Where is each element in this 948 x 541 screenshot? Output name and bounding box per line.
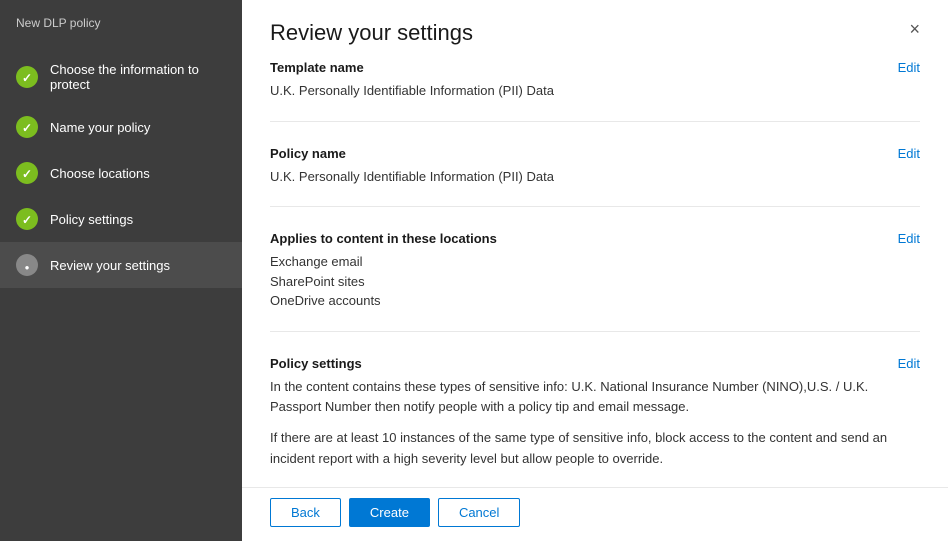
template-name-value: U.K. Personally Identifiable Information… <box>270 81 920 101</box>
policy-settings-desc1: In the content contains these types of s… <box>270 377 920 419</box>
applies-to-locations: Exchange email SharePoint sites OneDrive… <box>270 252 920 311</box>
page-title: Review your settings <box>270 20 473 46</box>
policy-settings-header: Policy settings Edit <box>270 356 920 371</box>
location-onedrive: OneDrive accounts <box>270 291 920 311</box>
checkmark-icon-4 <box>22 211 32 227</box>
step-icon-policy-settings <box>16 208 38 230</box>
applies-to-header: Applies to content in these locations Ed… <box>270 231 920 246</box>
policy-settings-edit[interactable]: Edit <box>898 356 920 371</box>
policy-settings-desc2: If there are at least 10 instances of th… <box>270 428 920 470</box>
step-icon-choose-info <box>16 66 38 88</box>
applies-to-section: Applies to content in these locations Ed… <box>270 231 920 332</box>
back-button[interactable]: Back <box>270 498 341 527</box>
sidebar-item-review-settings[interactable]: Review your settings <box>0 242 242 288</box>
policy-settings-title: Policy settings <box>270 356 362 371</box>
applies-to-edit[interactable]: Edit <box>898 231 920 246</box>
sidebar-item-label-choose-locations: Choose locations <box>50 166 150 181</box>
policy-name-header: Policy name Edit <box>270 146 920 161</box>
create-button[interactable]: Create <box>349 498 430 527</box>
policy-name-title: Policy name <box>270 146 346 161</box>
checkmark-icon <box>22 69 32 85</box>
main-content: Template name Edit U.K. Personally Ident… <box>242 56 948 487</box>
checkmark-icon-2 <box>22 119 32 135</box>
sidebar-item-name-policy[interactable]: Name your policy <box>0 104 242 150</box>
cancel-button[interactable]: Cancel <box>438 498 520 527</box>
policy-settings-section: Policy settings Edit In the content cont… <box>270 356 920 488</box>
sidebar-item-choose-info[interactable]: Choose the information to protect <box>0 50 242 104</box>
template-name-title: Template name <box>270 60 364 75</box>
sidebar-title: New DLP policy <box>0 0 242 50</box>
policy-name-edit[interactable]: Edit <box>898 146 920 161</box>
sidebar-item-label-choose-info: Choose the information to protect <box>50 62 226 92</box>
step-icon-review-settings <box>16 254 38 276</box>
step-icon-name-policy <box>16 116 38 138</box>
sidebar-item-label-review-settings: Review your settings <box>50 258 170 273</box>
location-sharepoint: SharePoint sites <box>270 272 920 292</box>
sidebar-item-label-policy-settings: Policy settings <box>50 212 133 227</box>
sidebar: New DLP policy Choose the information to… <box>0 0 242 541</box>
policy-name-value: U.K. Personally Identifiable Information… <box>270 167 920 187</box>
checkmark-icon-3 <box>22 165 32 181</box>
template-name-edit[interactable]: Edit <box>898 60 920 75</box>
main-panel: Review your settings × Template name Edi… <box>242 0 948 541</box>
template-name-section: Template name Edit U.K. Personally Ident… <box>270 60 920 122</box>
sidebar-item-choose-locations[interactable]: Choose locations <box>0 150 242 196</box>
applies-to-title: Applies to content in these locations <box>270 231 497 246</box>
sidebar-item-policy-settings[interactable]: Policy settings <box>0 196 242 242</box>
circle-icon <box>25 257 30 273</box>
close-button[interactable]: × <box>909 20 920 38</box>
policy-name-section: Policy name Edit U.K. Personally Identif… <box>270 146 920 208</box>
main-header: Review your settings × <box>242 0 948 56</box>
template-name-header: Template name Edit <box>270 60 920 75</box>
sidebar-item-label-name-policy: Name your policy <box>50 120 150 135</box>
location-exchange: Exchange email <box>270 252 920 272</box>
footer: Back Create Cancel <box>242 487 948 541</box>
step-icon-choose-locations <box>16 162 38 184</box>
